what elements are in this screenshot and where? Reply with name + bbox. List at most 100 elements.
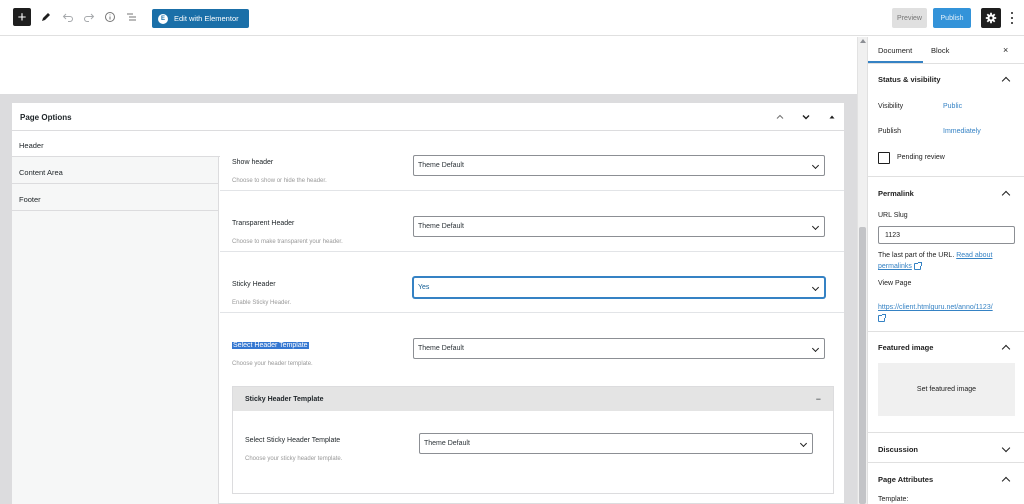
field-label: Sticky Header	[232, 281, 276, 288]
view-page-label: View Page	[878, 280, 912, 287]
external-link-icon	[913, 261, 922, 270]
sticky-template-title: Sticky Header Template	[245, 396, 324, 403]
add-block-button[interactable]: +	[13, 8, 31, 26]
undo-icon[interactable]	[60, 9, 76, 25]
editor-canvas[interactable]	[0, 37, 857, 94]
url-slug-value: 1123	[885, 232, 901, 239]
permalink-help-text: The last part of the URL.	[878, 252, 955, 259]
show-header-select[interactable]: Theme Default	[413, 155, 825, 176]
tab-document[interactable]: Document	[878, 46, 912, 55]
field-select-header-template: Select Header Template Choose your heade…	[220, 314, 844, 374]
select-value: Theme Default	[418, 162, 464, 169]
view-page-url-link[interactable]: https://client.htmlguru.net/anno/1123/	[878, 304, 993, 311]
transparent-header-select[interactable]: Theme Default	[413, 216, 825, 237]
sticky-template-header[interactable]: Sticky Header Template −	[233, 387, 833, 411]
view-page-url-wrap: https://client.htmlguru.net/anno/1123/	[878, 302, 1018, 324]
tab-footer[interactable]: Footer	[12, 185, 219, 211]
status-visibility-title[interactable]: Status & visibility	[878, 75, 941, 84]
permalinks-link[interactable]: permalinks	[878, 263, 912, 270]
field-description: Choose to show or hide the header.	[232, 178, 327, 184]
collapse-icon[interactable]: −	[816, 395, 821, 404]
chevron-down-icon	[799, 439, 808, 448]
move-down-button[interactable]	[799, 110, 813, 124]
info-icon[interactable]	[102, 9, 118, 25]
select-value: Theme Default	[418, 223, 464, 230]
visibility-label: Visibility	[878, 103, 904, 110]
set-featured-image-button[interactable]: Set featured image	[878, 363, 1015, 416]
pending-review-checkbox[interactable]	[878, 152, 890, 164]
publish-value-link[interactable]: Immediately	[943, 128, 981, 135]
page-attributes-title[interactable]: Page Attributes	[878, 475, 933, 484]
url-slug-input[interactable]: 1123	[878, 226, 1015, 244]
field-label: Transparent Header	[232, 220, 295, 227]
featured-image-title[interactable]: Featured image	[878, 343, 933, 352]
select-value: Theme Default	[424, 440, 470, 447]
preview-button[interactable]: Preview	[892, 8, 927, 28]
tab-block[interactable]: Block	[931, 46, 949, 55]
chevron-down-icon[interactable]	[1001, 443, 1011, 453]
toggle-panel-button[interactable]	[825, 110, 839, 124]
chevron-down-icon	[811, 344, 820, 353]
chevron-down-icon	[811, 161, 820, 170]
editor-toolbar: + E Edit with Elementor Preview Publish	[0, 0, 1024, 36]
discussion-title[interactable]: Discussion	[878, 445, 918, 454]
pen-icon[interactable]	[38, 9, 54, 25]
visibility-value-link[interactable]: Public	[943, 103, 962, 110]
chevron-up-icon[interactable]	[1001, 76, 1011, 86]
header-template-select[interactable]: Theme Default	[413, 338, 825, 359]
select-value: Theme Default	[418, 345, 464, 352]
page-options-panel: Page Options Header Content Area Footer …	[11, 102, 845, 504]
pending-review-label: Pending review	[897, 154, 945, 161]
divider	[868, 331, 1024, 332]
active-tab-indicator	[868, 61, 923, 63]
scroll-up-icon[interactable]	[860, 39, 866, 43]
divider	[868, 462, 1024, 463]
permalink-title[interactable]: Permalink	[878, 189, 914, 198]
page-options-content: Show header Choose to show or hide the h…	[220, 131, 844, 504]
divider	[868, 176, 1024, 177]
elementor-logo-icon: E	[158, 13, 168, 24]
external-link-icon	[878, 313, 886, 322]
publish-label: Publish	[878, 128, 901, 135]
field-label: Select Sticky Header Template	[245, 437, 341, 444]
sticky-header-select[interactable]: Yes	[413, 277, 825, 298]
field-show-header: Show header Choose to show or hide the h…	[220, 131, 844, 191]
page-options-header: Page Options	[12, 103, 844, 131]
tab-header[interactable]: Header	[12, 131, 220, 157]
sticky-header-template-select[interactable]: Theme Default	[419, 433, 813, 454]
select-value: Yes	[418, 284, 430, 291]
field-description: Choose your header template.	[232, 361, 313, 367]
close-icon[interactable]: ×	[1003, 45, 1008, 55]
redo-icon[interactable]	[81, 9, 97, 25]
url-slug-label: URL Slug	[878, 212, 908, 219]
more-options-button[interactable]	[1007, 10, 1017, 26]
more-dot-icon	[1011, 22, 1013, 24]
tab-content-area[interactable]: Content Area	[12, 158, 219, 184]
chevron-up-icon[interactable]	[1001, 476, 1011, 486]
editor-scrollbar[interactable]	[857, 37, 867, 504]
page-options-tabs: Header Content Area Footer	[12, 131, 220, 504]
divider	[868, 432, 1024, 433]
chevron-down-icon	[811, 283, 820, 292]
field-transparent-header: Transparent Header Choose to make transp…	[220, 192, 844, 252]
publish-button[interactable]: Publish	[933, 8, 971, 28]
more-dot-icon	[1011, 17, 1013, 19]
chevron-up-icon[interactable]	[1001, 190, 1011, 200]
list-view-icon[interactable]	[124, 9, 140, 25]
chevron-up-icon	[776, 114, 784, 119]
chevron-up-icon[interactable]	[1001, 344, 1011, 354]
field-description: Choose your sticky header template.	[245, 456, 343, 462]
scrollbar-thumb[interactable]	[859, 227, 866, 504]
field-description: Choose to make transparent your header.	[232, 239, 343, 245]
field-description: Enable Sticky Header.	[232, 300, 292, 306]
selected-text: Select Header Template	[232, 342, 309, 349]
settings-button[interactable]	[981, 8, 1001, 28]
move-up-button[interactable]	[773, 110, 787, 124]
chevron-down-icon	[802, 115, 810, 120]
field-label: Show header	[232, 159, 274, 166]
edit-with-elementor-button[interactable]: E Edit with Elementor	[152, 9, 249, 28]
caret-up-icon	[829, 115, 835, 119]
sticky-header-template-group: Sticky Header Template − Select Sticky H…	[232, 386, 834, 494]
read-about-link[interactable]: Read about	[956, 252, 992, 259]
field-label: Select Header Template	[232, 342, 309, 349]
